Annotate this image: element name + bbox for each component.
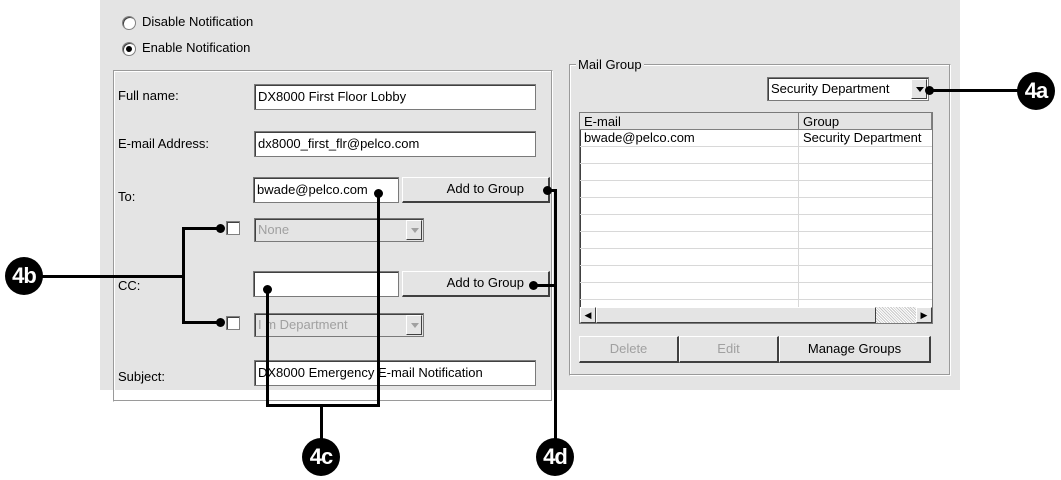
cc-label: CC: [118,278,141,293]
disable-notification-label: Disable Notification [142,14,254,29]
to-group-checkbox[interactable] [226,221,240,235]
scrollbar-thumb[interactable] [596,307,876,323]
callout-4a-dot [925,86,934,95]
table-row [580,198,932,215]
subject-input[interactable]: DX8000 Emergency E-mail Notification [254,360,536,386]
callout-4d-leader [554,189,557,441]
table-row [580,181,932,198]
table-row [580,266,932,283]
mail-group-title: Mail Group [576,57,644,72]
edit-button[interactable]: Edit [679,336,779,363]
table-row [580,249,932,266]
radio-selected-dot [126,46,132,52]
table-cell-group: Security Department [803,130,922,145]
callout-4b-bracket-top [182,227,220,230]
to-group-select: None [254,218,424,242]
subject-label: Subject: [118,369,165,384]
cc-group-checkbox[interactable] [226,316,240,330]
notification-panel: Disable Notification Enable Notification… [100,0,960,402]
to-label: To: [118,189,136,204]
to-group-select-value: None [258,222,290,237]
cc-add-to-group-button[interactable]: Add to Group [402,271,550,297]
callout-4c-bracket-right [377,193,380,407]
callout-4b-bracket [182,227,185,324]
callout-4d: 4d [536,438,574,476]
table-row[interactable]: bwade@pelco.com Security Department [580,130,932,147]
column-header-email[interactable]: E-mail [580,113,799,130]
cc-group-select-value: I m Department [258,317,348,332]
cc-group-select: I m Department [254,313,424,337]
callout-4c-leader [320,404,323,440]
chevron-down-icon [406,220,422,240]
manage-groups-button[interactable]: Manage Groups [779,336,931,363]
table-row [580,232,932,249]
delete-button[interactable]: Delete [579,336,679,363]
callout-4b-bracket-bottom [182,321,220,324]
callout-4b: 4b [5,257,43,295]
disable-notification-radio[interactable] [122,16,136,30]
table-row [580,283,932,300]
email-group-table: E-mail Group bwade@pelco.com Security De… [579,112,933,324]
full-name-label: Full name: [118,88,179,103]
scrollbar-track[interactable] [876,307,916,323]
mail-group-select[interactable]: Security Department [767,77,929,101]
mail-group-select-value: Security Department [771,81,890,96]
table-row [580,164,932,181]
callout-4a-leader [930,89,1020,92]
full-name-input[interactable]: DX8000 First Floor Lobby [254,84,536,110]
scroll-left-icon[interactable]: ◀ [580,307,596,323]
table-cell-email: bwade@pelco.com [584,130,695,145]
callout-4b-leader [42,275,184,278]
table-row [580,147,932,164]
table-row [580,215,932,232]
enable-notification-radio[interactable] [122,42,136,56]
to-add-to-group-button[interactable]: Add to Group [402,177,550,203]
email-address-label: E-mail Address: [118,136,210,151]
chevron-down-icon [406,315,422,335]
horizontal-scrollbar[interactable]: ◀ ▶ [580,307,932,323]
callout-4a: 4a [1017,72,1055,110]
callout-4c-bracket-left [266,289,269,407]
callout-4c: 4c [302,438,340,476]
callout-4c-bracket-bottom [266,404,380,407]
callout-4b-dot-bottom [216,318,225,327]
callout-4b-dot-top [216,224,225,233]
scroll-right-icon[interactable]: ▶ [916,307,932,323]
column-header-group[interactable]: Group [799,113,932,130]
email-address-input[interactable]: dx8000_first_flr@pelco.com [254,131,536,157]
enable-notification-label: Enable Notification [142,40,251,55]
